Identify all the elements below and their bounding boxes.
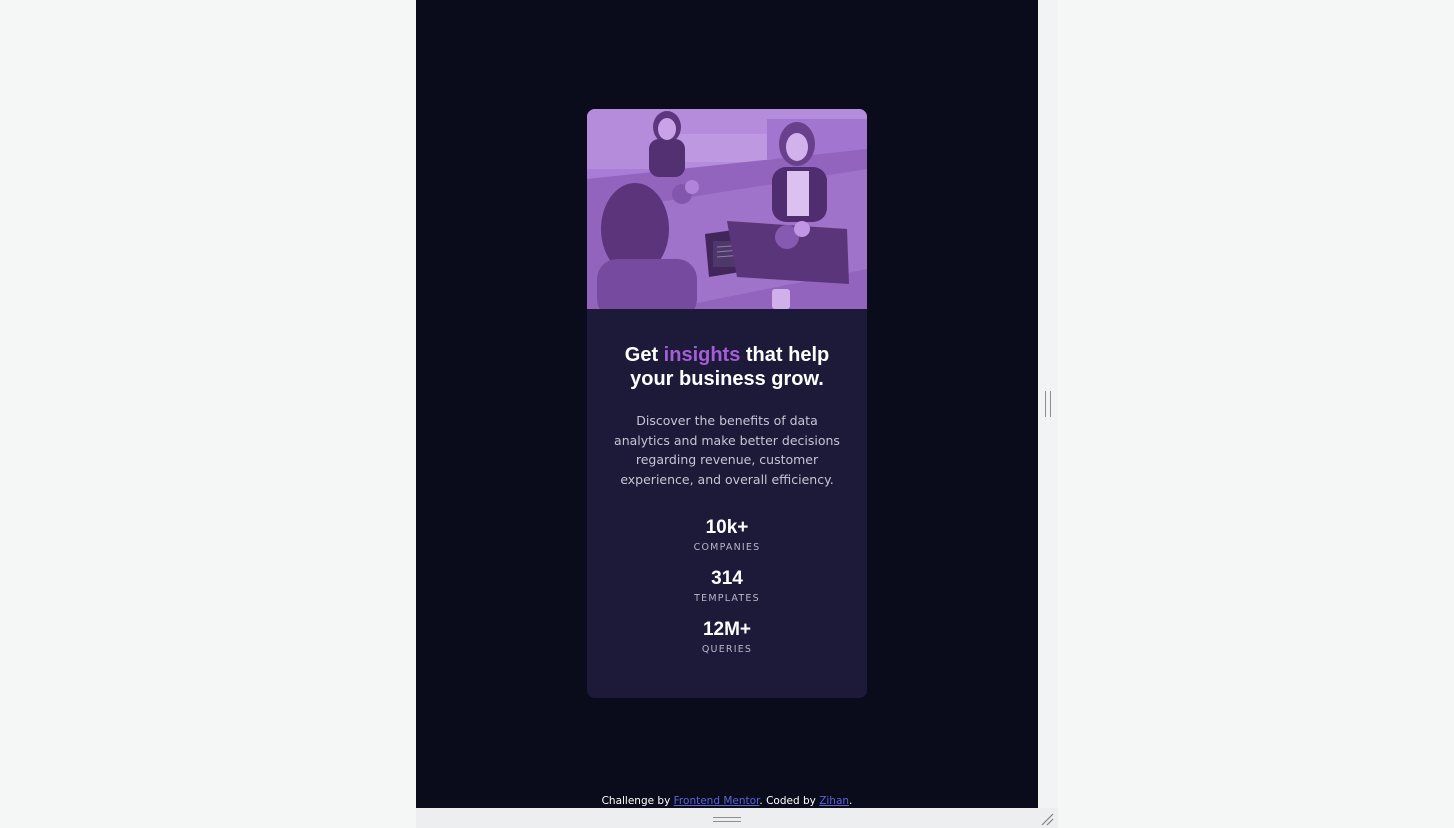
- stats-list: 10k+ COMPANIES 314 TEMPLATES 12M+ QUERIE…: [587, 517, 867, 656]
- stat-queries: 12M+ QUERIES: [587, 619, 867, 656]
- attribution-prefix: Challenge by: [601, 795, 674, 807]
- card-header-image: [587, 109, 867, 309]
- resize-corner-icon[interactable]: [1040, 812, 1054, 826]
- card-body: Get insights that help your business gro…: [587, 309, 867, 656]
- author-link[interactable]: Zihan: [819, 795, 849, 807]
- office-photo: [587, 109, 867, 309]
- frontend-mentor-link[interactable]: Frontend Mentor: [674, 795, 760, 807]
- headline-part-1: Get: [624, 344, 664, 366]
- card-headline: Get insights that help your business gro…: [607, 343, 847, 391]
- attribution-middle: . Coded by: [759, 795, 820, 807]
- responsive-viewport: Get insights that help your business gro…: [416, 0, 1038, 808]
- resize-handle-right-icon[interactable]: [1045, 391, 1051, 417]
- stat-label: TEMPLATES: [694, 593, 760, 604]
- resize-handle-bottom-icon[interactable]: [713, 817, 741, 822]
- attribution-suffix: .: [849, 795, 853, 807]
- headline-accent-word: insights: [663, 344, 741, 366]
- attribution-footer: Challenge by Frontend Mentor. Coded by Z…: [416, 794, 1038, 808]
- stat-companies: 10k+ COMPANIES: [587, 517, 867, 554]
- stat-value: 10k+: [705, 517, 749, 538]
- stat-templates: 314 TEMPLATES: [587, 568, 867, 605]
- stat-value: 12M+: [702, 619, 752, 640]
- stat-label: COMPANIES: [693, 542, 761, 553]
- stat-value: 314: [711, 568, 743, 589]
- card-description: Discover the benefits of data analytics …: [614, 413, 840, 487]
- stat-label: QUERIES: [701, 644, 753, 655]
- stats-preview-card: Get insights that help your business gro…: [587, 109, 867, 698]
